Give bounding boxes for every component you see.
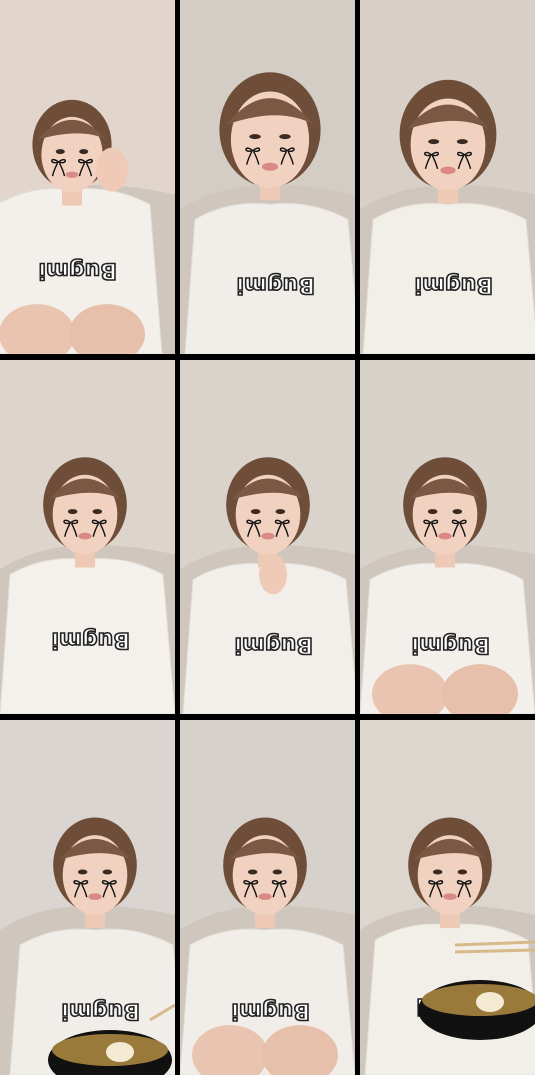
eye-left	[249, 134, 261, 140]
eye-right	[452, 509, 463, 515]
mouth	[261, 532, 275, 540]
video-frame: Bugmi	[360, 0, 535, 354]
mouth	[261, 162, 279, 171]
eye-right	[102, 869, 113, 875]
mouth	[438, 532, 452, 540]
shirt-print: Bugmi	[411, 632, 490, 657]
shirt-print: Bugmi	[61, 998, 140, 1023]
eye-left	[428, 139, 440, 145]
shirt-print: Bugmi	[414, 272, 493, 297]
hand	[259, 554, 287, 595]
eye-left	[67, 509, 78, 515]
shirt-print: Bugmi	[231, 998, 310, 1023]
frame-grid: Bugmi Bugmi Bugmi Bugmi Bugmi Bugmi Bugmi Bugmi…	[0, 0, 535, 1075]
video-frame: Bugmi	[180, 720, 355, 1075]
mouth	[443, 893, 457, 900]
egg	[106, 1042, 134, 1062]
eye-right	[92, 509, 103, 515]
video-frame: Bugmi	[0, 0, 175, 354]
eye-left	[250, 509, 261, 515]
chopsticks	[454, 948, 535, 954]
eye-right	[279, 134, 291, 140]
eye-right	[456, 139, 468, 145]
eye-left	[77, 869, 88, 875]
video-frame: Bugmi	[360, 360, 535, 714]
eye-right	[79, 149, 89, 155]
shirt-print: Bugmi	[234, 632, 313, 657]
shirt-print: Bugmi	[51, 627, 130, 652]
video-frame: Bugmi	[180, 360, 355, 714]
mouth	[78, 532, 92, 540]
mouth	[88, 893, 102, 900]
video-frame: Bugmi	[0, 360, 175, 714]
mouth	[440, 166, 456, 175]
shirt-print: Bugmi	[38, 257, 117, 282]
video-frame: Bugmi	[360, 720, 535, 1075]
eye-right	[272, 869, 283, 875]
egg	[476, 992, 504, 1012]
mouth	[65, 171, 79, 178]
eye-left	[427, 509, 438, 515]
video-frame: Bugmi	[0, 720, 175, 1075]
eye-right	[457, 869, 468, 875]
shirt-print: Bugmi	[236, 272, 315, 297]
eye-right	[275, 509, 286, 515]
eye-left	[55, 149, 65, 155]
eye-left	[247, 869, 258, 875]
hand	[96, 147, 128, 192]
eye-left	[432, 869, 443, 875]
video-frame: Bugmi	[180, 0, 355, 354]
mouth	[258, 893, 272, 900]
